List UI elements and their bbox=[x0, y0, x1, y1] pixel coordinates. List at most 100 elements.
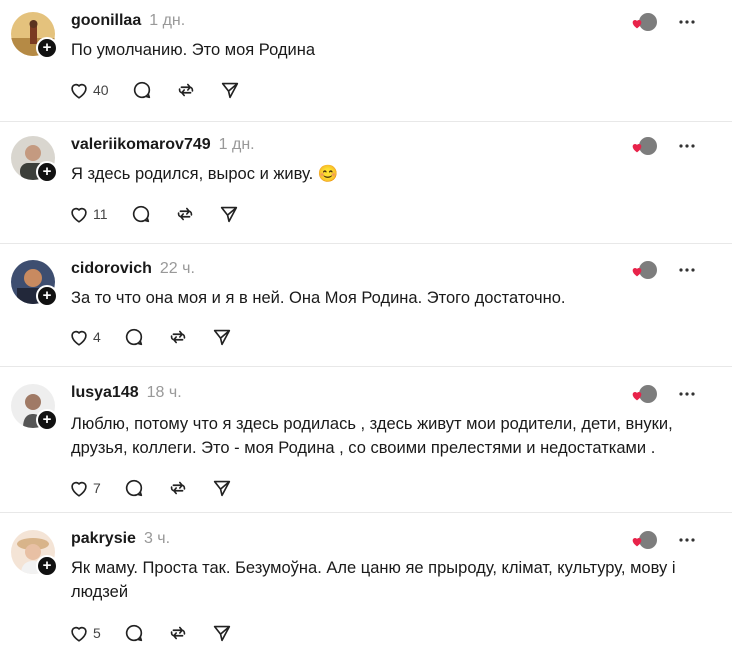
avatar[interactable]: + bbox=[11, 260, 58, 307]
comment-item: + pakrysie 3 ч. Як маму. Проста так. Без… bbox=[0, 526, 732, 661]
send-icon bbox=[213, 329, 230, 346]
more-options-button[interactable] bbox=[676, 135, 698, 157]
username[interactable]: cidorovich bbox=[71, 260, 152, 278]
more-icon bbox=[679, 20, 695, 24]
repost-icon bbox=[170, 481, 186, 495]
repost-icon bbox=[178, 83, 193, 97]
reply-button[interactable] bbox=[123, 477, 145, 499]
more-icon bbox=[679, 144, 695, 148]
send-icon bbox=[213, 480, 230, 497]
send-icon bbox=[213, 625, 230, 642]
comment-icon bbox=[125, 624, 142, 642]
share-button[interactable] bbox=[211, 477, 233, 499]
like-button[interactable]: 40 bbox=[68, 79, 109, 101]
more-options-button[interactable] bbox=[676, 529, 698, 551]
divider bbox=[0, 366, 732, 367]
username[interactable]: valeriikomarov749 bbox=[71, 136, 211, 154]
share-button[interactable] bbox=[219, 79, 241, 101]
author-reaction bbox=[630, 529, 658, 551]
comment-text: Як маму. Проста так. Безумоўна. Але цаню… bbox=[71, 559, 676, 601]
repost-button[interactable] bbox=[167, 477, 189, 499]
like-count: 4 bbox=[93, 329, 101, 345]
comment-text: По умолчанию. Это моя Родина bbox=[71, 41, 316, 59]
like-button[interactable]: 4 bbox=[68, 326, 101, 348]
follow-plus-icon[interactable]: + bbox=[36, 161, 58, 183]
heart-reaction-icon bbox=[632, 391, 642, 401]
heart-icon bbox=[71, 626, 87, 642]
more-options-button[interactable] bbox=[676, 259, 698, 281]
timestamp: 3 ч. bbox=[143, 530, 171, 547]
repost-icon bbox=[170, 330, 186, 344]
reply-button[interactable] bbox=[131, 79, 153, 101]
share-button[interactable] bbox=[211, 622, 233, 644]
comment-item: + valeriikomarov749 1 дн. Я здесь родилс… bbox=[0, 132, 732, 242]
heart-icon bbox=[71, 481, 87, 497]
follow-plus-icon[interactable]: + bbox=[36, 285, 58, 307]
repost-button[interactable] bbox=[175, 79, 197, 101]
author-reaction bbox=[630, 11, 658, 33]
heart-reaction-icon bbox=[632, 267, 642, 277]
username[interactable]: goonillaa bbox=[71, 12, 141, 30]
comment-item: + cidorovich 22 ч. За то что она моя и я… bbox=[0, 256, 732, 364]
comment-item: + goonillaa 1 дн. По умолчанию. Это моя … bbox=[0, 8, 732, 120]
comment-icon bbox=[125, 328, 142, 346]
repost-icon bbox=[170, 626, 186, 640]
repost-icon bbox=[177, 207, 192, 221]
more-icon bbox=[679, 538, 695, 542]
repost-button[interactable] bbox=[167, 622, 189, 644]
heart-icon bbox=[71, 83, 87, 99]
comment-icon bbox=[133, 81, 150, 99]
comment-text: Люблю, потому что я здесь родилась , зде… bbox=[71, 415, 673, 457]
share-button[interactable] bbox=[211, 326, 233, 348]
reply-button[interactable] bbox=[123, 326, 145, 348]
avatar[interactable]: + bbox=[11, 136, 58, 183]
comment-icon bbox=[125, 479, 142, 497]
send-icon bbox=[221, 82, 238, 99]
follow-plus-icon[interactable]: + bbox=[36, 409, 58, 431]
heart-icon bbox=[71, 207, 87, 223]
like-button[interactable]: 5 bbox=[68, 622, 101, 644]
divider bbox=[0, 243, 732, 244]
heart-icon bbox=[71, 330, 87, 346]
username[interactable]: lusya148 bbox=[71, 384, 139, 402]
heart-reaction-icon bbox=[632, 19, 642, 29]
avatar[interactable]: + bbox=[11, 384, 58, 431]
follow-plus-icon[interactable]: + bbox=[36, 555, 58, 577]
repost-button[interactable] bbox=[167, 326, 189, 348]
share-button[interactable] bbox=[218, 203, 240, 225]
comment-text-wrap: Я здесь родился, вырос и живу. 😊 bbox=[71, 162, 716, 186]
username[interactable]: pakrysie bbox=[71, 530, 136, 548]
like-button[interactable]: 7 bbox=[68, 477, 101, 499]
reply-button[interactable] bbox=[130, 203, 152, 225]
send-icon bbox=[220, 206, 237, 223]
more-icon bbox=[679, 392, 695, 396]
more-options-button[interactable] bbox=[676, 11, 698, 33]
timestamp: 1 дн. bbox=[149, 12, 186, 29]
repost-button[interactable] bbox=[174, 203, 196, 225]
like-count: 11 bbox=[93, 206, 108, 222]
like-count: 5 bbox=[93, 625, 101, 641]
author-reaction bbox=[630, 135, 658, 157]
follow-plus-icon[interactable]: + bbox=[36, 37, 58, 59]
author-reaction bbox=[630, 383, 658, 405]
heart-reaction-icon bbox=[632, 537, 642, 547]
more-options-button[interactable] bbox=[676, 383, 698, 405]
comment-icon bbox=[132, 205, 149, 223]
avatar[interactable]: + bbox=[11, 12, 58, 59]
heart-reaction-icon bbox=[632, 143, 642, 153]
timestamp: 22 ч. bbox=[159, 260, 195, 277]
divider bbox=[0, 121, 732, 122]
reply-button[interactable] bbox=[123, 622, 145, 644]
divider bbox=[0, 512, 732, 513]
timestamp: 18 ч. bbox=[146, 384, 182, 401]
like-button[interactable]: 11 bbox=[68, 203, 108, 225]
emoji: 😊 bbox=[317, 165, 339, 183]
like-count: 40 bbox=[93, 82, 109, 98]
more-icon bbox=[679, 268, 695, 272]
comment-text: Я здесь родился, вырос и живу. bbox=[71, 165, 314, 183]
avatar[interactable]: + bbox=[11, 530, 58, 577]
like-count: 7 bbox=[93, 480, 101, 496]
comment-item: + lusya148 18 ч. Люблю, потому что я зде… bbox=[0, 380, 732, 510]
author-reaction bbox=[630, 259, 658, 281]
timestamp: 1 дн. bbox=[218, 136, 255, 153]
